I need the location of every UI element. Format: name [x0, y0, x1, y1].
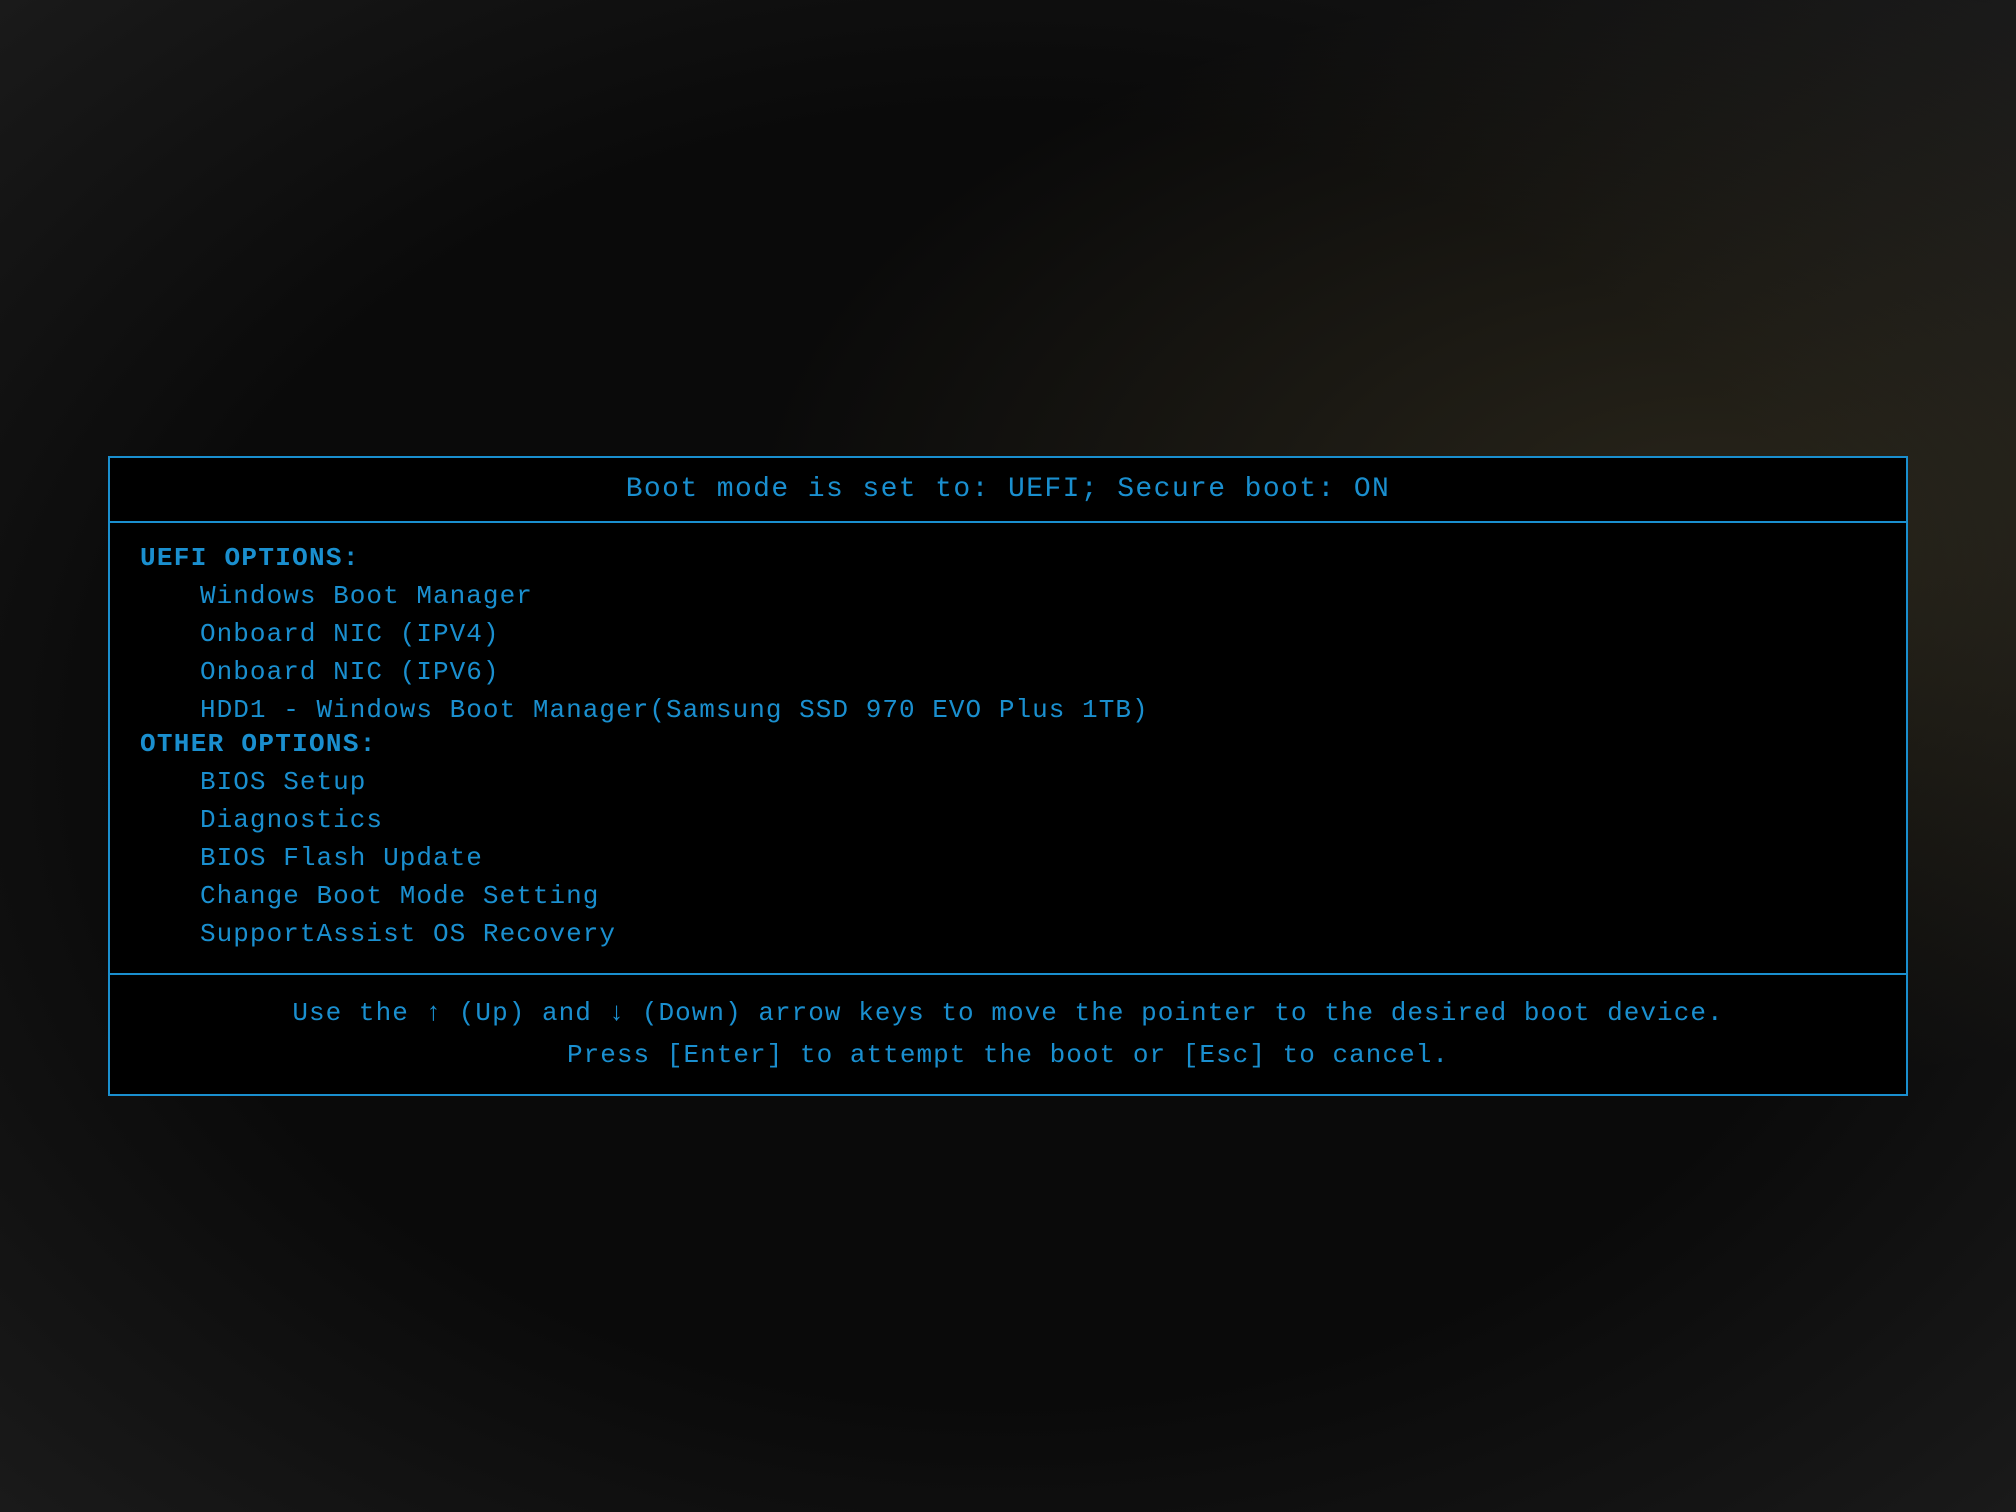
menu-item-hdd1[interactable]: HDD1 - Windows Boot Manager(Samsung SSD … — [140, 691, 1876, 729]
uefi-options-label: UEFI OPTIONS: — [140, 543, 1876, 573]
menu-item-change-boot-mode[interactable]: Change Boot Mode Setting — [140, 877, 1876, 915]
menu-item-windows-boot-manager[interactable]: Windows Boot Manager — [140, 577, 1876, 615]
other-options-label: OTHER OPTIONS: — [140, 729, 1876, 759]
header-row: Boot mode is set to: UEFI; Secure boot: … — [110, 458, 1906, 523]
footer-line2: Press [Enter] to attempt the boot or [Es… — [130, 1035, 1886, 1077]
menu-item-bios-setup[interactable]: BIOS Setup — [140, 763, 1876, 801]
menu-item-bios-flash-update[interactable]: BIOS Flash Update — [140, 839, 1876, 877]
menu-item-diagnostics[interactable]: Diagnostics — [140, 801, 1876, 839]
bios-menu-box: Boot mode is set to: UEFI; Secure boot: … — [108, 456, 1908, 1096]
menu-item-supportassist-recovery[interactable]: SupportAssist OS Recovery — [140, 915, 1876, 953]
menu-item-onboard-nic-ipv4[interactable]: Onboard NIC (IPV4) — [140, 615, 1876, 653]
footer-line1: Use the ↑ (Up) and ↓ (Down) arrow keys t… — [130, 993, 1886, 1035]
screen-content: Boot mode is set to: UEFI; Secure boot: … — [108, 456, 1908, 1096]
menu-item-onboard-nic-ipv6[interactable]: Onboard NIC (IPV6) — [140, 653, 1876, 691]
boot-mode-header: Boot mode is set to: UEFI; Secure boot: … — [626, 474, 1391, 505]
footer-section: Use the ↑ (Up) and ↓ (Down) arrow keys t… — [110, 975, 1906, 1094]
menu-section: UEFI OPTIONS: Windows Boot Manager Onboa… — [110, 523, 1906, 975]
